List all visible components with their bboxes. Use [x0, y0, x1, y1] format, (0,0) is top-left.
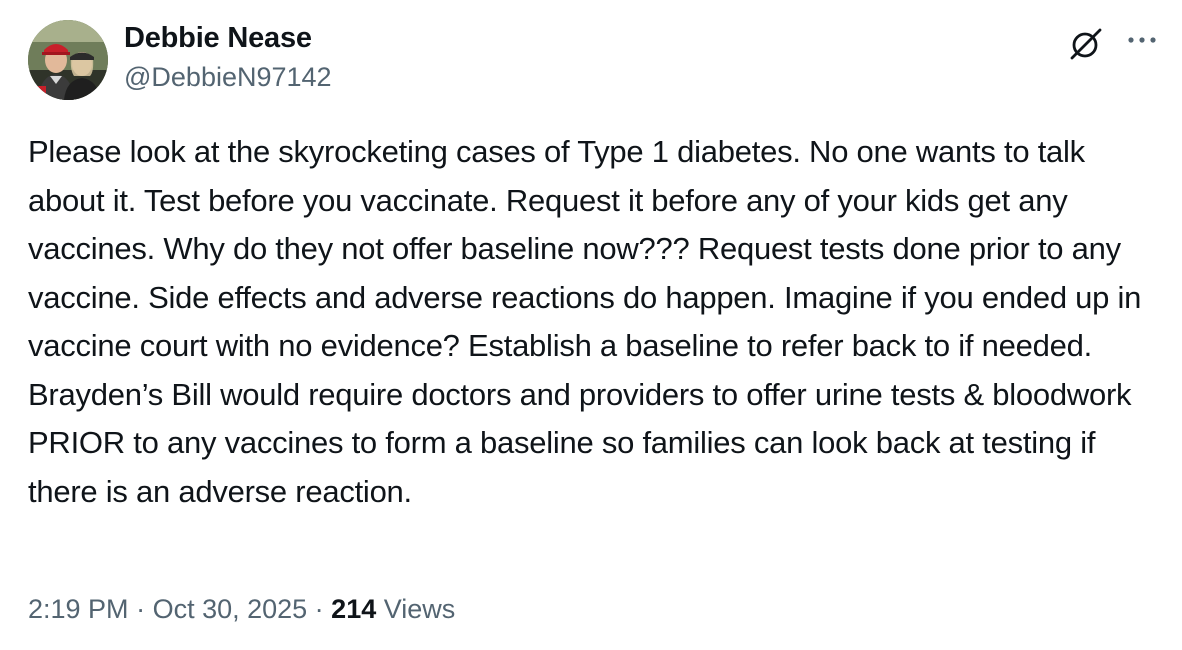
views-label: Views: [376, 594, 456, 624]
meta-separator: ·: [128, 594, 153, 624]
avatar[interactable]: [28, 20, 108, 100]
tweet-meta: 2:19 PM · Oct 30, 2025 · 214 Views: [28, 594, 455, 625]
more-options-icon[interactable]: [1124, 24, 1160, 60]
author-handle[interactable]: @DebbieN97142: [124, 62, 332, 93]
tweet-text: Please look at the skyrocketing cases of…: [28, 134, 1142, 509]
meta-separator-2: ·: [307, 594, 332, 624]
profile-photo: [28, 20, 108, 100]
tweet-date[interactable]: Oct 30, 2025: [153, 594, 308, 624]
tweet-card: Debbie Nease @DebbieN97142 Please look a…: [0, 0, 1182, 650]
views-count: 214: [331, 594, 377, 624]
author-name[interactable]: Debbie Nease: [124, 22, 312, 55]
tweet-time[interactable]: 2:19 PM: [28, 594, 129, 624]
grok-icon[interactable]: [1066, 24, 1106, 64]
